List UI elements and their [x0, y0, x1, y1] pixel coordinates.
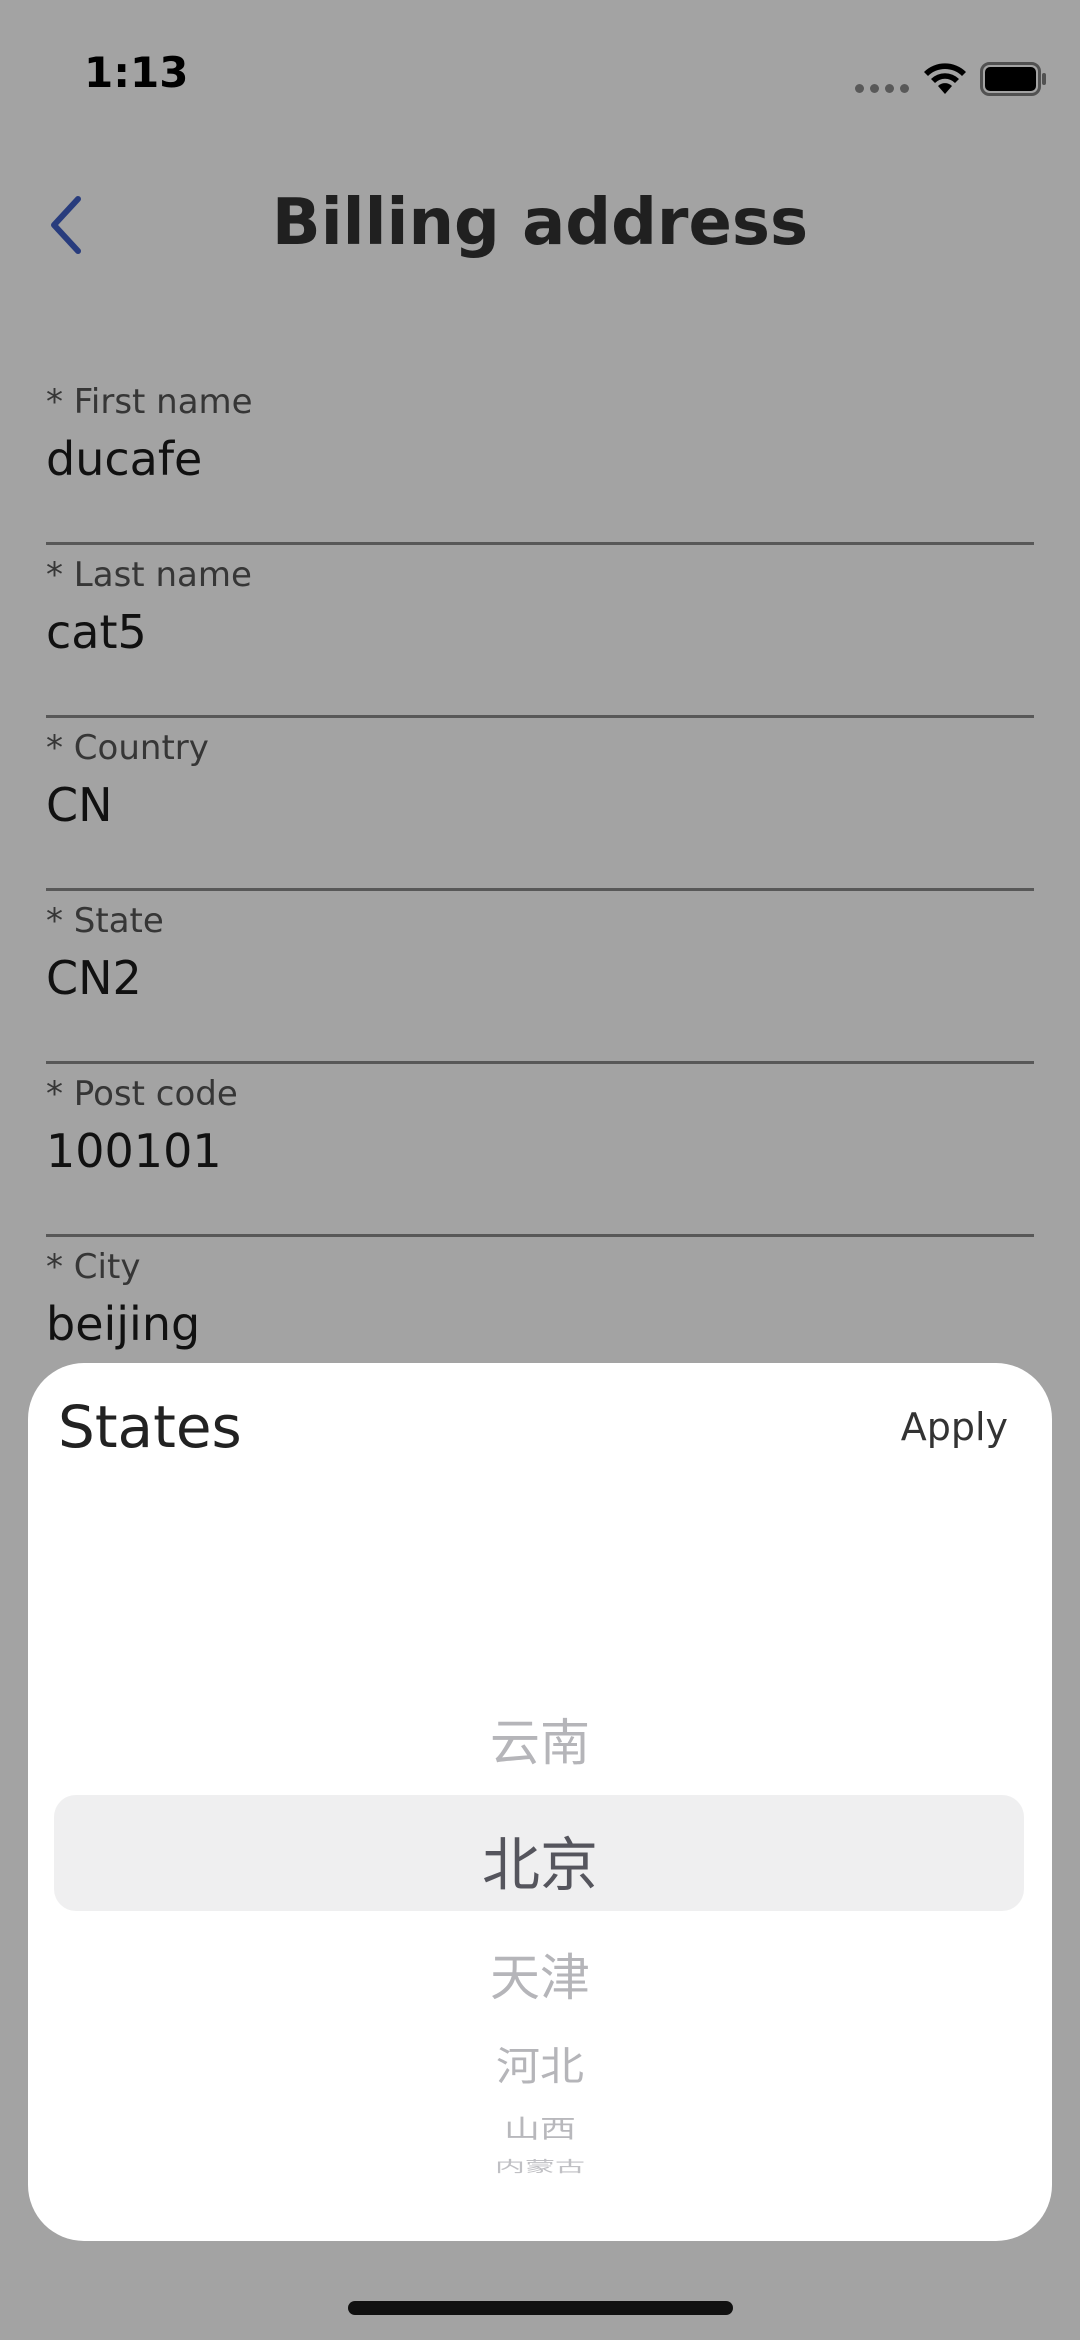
states-picker-sheet: States Apply 云南 北京 天津 河北 山西 内蒙古 [28, 1363, 1052, 2241]
picker-option[interactable]: 内蒙古 [28, 2154, 1052, 2176]
state-picker-wheel[interactable]: 云南 北京 天津 河北 山西 内蒙古 [28, 1663, 1052, 2223]
picker-option[interactable]: 云南 [28, 1703, 1052, 1775]
picker-option[interactable]: 山西 [28, 2109, 1052, 2145]
picker-option[interactable]: 天津 [28, 1938, 1052, 2010]
sheet-title: States [58, 1393, 242, 1461]
home-indicator[interactable] [348, 2301, 733, 2315]
picker-option-selected[interactable]: 北京 [28, 1818, 1052, 1902]
apply-button[interactable]: Apply [901, 1405, 1008, 1449]
picker-option[interactable]: 河北 [28, 2034, 1052, 2092]
